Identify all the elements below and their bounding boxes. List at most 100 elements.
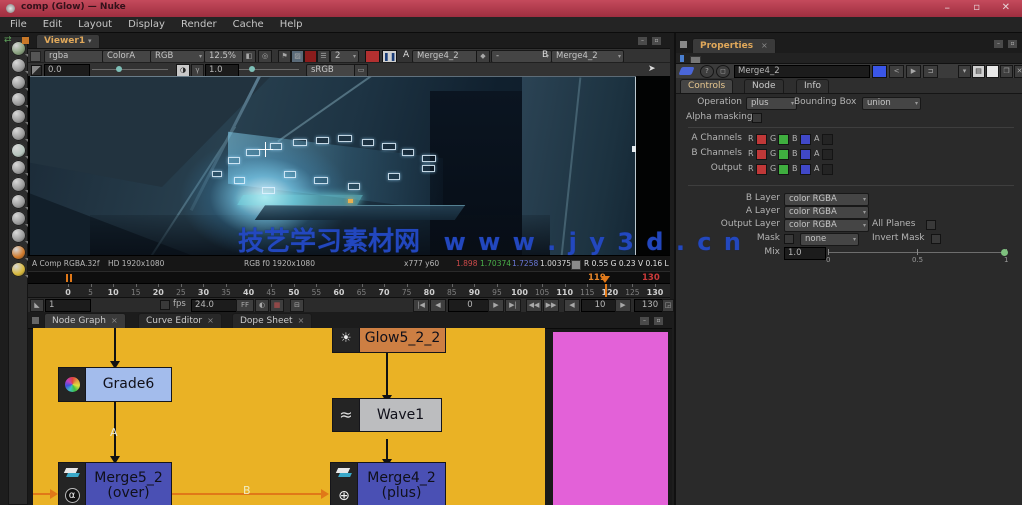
- node-color-swatch[interactable]: [872, 65, 887, 78]
- keyer-icon[interactable]: [11, 143, 26, 158]
- channel-b-checkbox[interactable]: [800, 164, 811, 175]
- ff-button[interactable]: FF: [236, 299, 254, 312]
- loop-in-field[interactable]: 0: [448, 299, 492, 312]
- all-planes-checkbox[interactable]: [926, 220, 936, 230]
- tab-dope-sheet[interactable]: Dope Sheet×: [232, 313, 312, 328]
- panel-menu-icon[interactable]: [680, 41, 687, 48]
- minimize-button[interactable]: –: [945, 1, 951, 14]
- menu-render[interactable]: Render: [181, 19, 217, 30]
- pipe-glow-to-wave[interactable]: [386, 351, 388, 397]
- color-icon[interactable]: [11, 109, 26, 124]
- channel-icon[interactable]: [11, 92, 26, 107]
- channel-a-checkbox[interactable]: [822, 134, 833, 145]
- transform-icon[interactable]: [11, 177, 26, 192]
- node-graph-float-icon[interactable]: ▫: [653, 316, 664, 326]
- b-layer-dropdown[interactable]: color RGBA: [784, 193, 869, 206]
- menu-display[interactable]: Display: [128, 19, 165, 30]
- merge-icon[interactable]: [11, 160, 26, 175]
- corner-button[interactable]: ◣: [30, 299, 44, 312]
- timeline-ruler[interactable]: 0510152025303540455055606570758085909510…: [28, 283, 670, 298]
- channel-g-checkbox[interactable]: [778, 164, 789, 175]
- viewer-panel-float-icon[interactable]: ▫: [651, 36, 662, 46]
- gain-icon[interactable]: [31, 65, 42, 76]
- properties-minimize-icon[interactable]: –: [993, 39, 1004, 49]
- swap-views-icon[interactable]: ⇄: [4, 35, 12, 45]
- pipe-into-grade[interactable]: [114, 328, 116, 362]
- step-back-button[interactable]: ◀: [564, 299, 580, 312]
- filter-icon[interactable]: [11, 126, 26, 141]
- node-merge5-2[interactable]: α Merge5_2 (over): [58, 462, 172, 505]
- flipbook-button[interactable]: ▦: [270, 299, 284, 312]
- menu-layout[interactable]: Layout: [78, 19, 112, 30]
- user-icon[interactable]: [11, 262, 26, 277]
- mix-slider-handle[interactable]: [1001, 249, 1008, 256]
- channel-a-checkbox[interactable]: [822, 164, 833, 175]
- tab-close-icon[interactable]: ×: [111, 316, 118, 325]
- loop-mode-button[interactable]: ◐: [255, 299, 269, 312]
- center-node-button[interactable]: ⊐: [923, 65, 938, 78]
- go-end-button[interactable]: ▶|: [505, 299, 521, 312]
- other-icon[interactable]: [11, 228, 26, 243]
- menu-file[interactable]: File: [10, 19, 27, 30]
- layout-a-button[interactable]: ▤: [972, 65, 985, 78]
- viewer-tab[interactable]: Viewer1 ▾: [36, 34, 100, 48]
- step-fwd-button[interactable]: ▶: [615, 299, 631, 312]
- node-grade6[interactable]: Grade6: [58, 367, 172, 402]
- node-graph-canvas[interactable]: A B Grade6 ☀ Glow5_2_2: [28, 328, 672, 505]
- menu-cache[interactable]: Cache: [233, 19, 264, 30]
- draw-icon[interactable]: [11, 58, 26, 73]
- backdrop-pink[interactable]: [553, 332, 668, 505]
- sync-button[interactable]: ⊟: [290, 299, 304, 312]
- pipe-wave-to-merge4[interactable]: [386, 439, 388, 461]
- revert-button[interactable]: <: [889, 65, 904, 78]
- ofx-icon[interactable]: [11, 245, 26, 260]
- maximize-button[interactable]: ▫: [973, 2, 980, 13]
- alpha-masking-checkbox[interactable]: [752, 113, 762, 123]
- channel-g-checkbox[interactable]: [778, 134, 789, 145]
- invert-mask-checkbox[interactable]: [931, 234, 941, 244]
- node-name-field[interactable]: Merge4_2: [734, 65, 870, 78]
- a-layer-dropdown[interactable]: color RGBA: [784, 206, 869, 219]
- mix-field[interactable]: 1.0: [784, 247, 826, 260]
- playhead-line[interactable]: [605, 284, 607, 298]
- 3d-icon[interactable]: [11, 194, 26, 209]
- current-frame-field[interactable]: 1: [45, 299, 91, 312]
- tab-node-graph[interactable]: Node Graph×: [44, 313, 126, 328]
- gamma-slider[interactable]: [239, 69, 299, 70]
- channel-r-checkbox[interactable]: [756, 164, 767, 175]
- image-edge-handle[interactable]: [632, 146, 636, 152]
- node-lock-button[interactable]: ◻: [716, 65, 730, 78]
- gamma-slider-handle[interactable]: [249, 66, 255, 72]
- viewer-panel-minimize-icon[interactable]: –: [637, 36, 648, 46]
- mask-dropdown[interactable]: none: [800, 233, 859, 246]
- play-fwd-button[interactable]: ▶: [488, 299, 504, 312]
- close-panel-icon[interactable]: ✕: [1014, 65, 1022, 78]
- node-wave1[interactable]: ≈ Wave1: [332, 398, 442, 432]
- play-script-button[interactable]: ▶: [906, 65, 921, 78]
- time-icon[interactable]: [11, 75, 26, 90]
- menu-help[interactable]: Help: [280, 19, 303, 30]
- properties-tab-close-icon[interactable]: ×: [761, 41, 768, 50]
- gain-slider[interactable]: [92, 69, 168, 70]
- next-key-button[interactable]: ▶▶: [543, 299, 559, 312]
- views-icon[interactable]: [11, 211, 26, 226]
- channel-b-checkbox[interactable]: [800, 134, 811, 145]
- gain-slider-handle[interactable]: [116, 66, 122, 72]
- bbox-dropdown[interactable]: union: [862, 97, 921, 110]
- tab-info[interactable]: Info: [796, 79, 829, 93]
- node-glow5-2-2[interactable]: ☀ Glow5_2_2: [332, 328, 446, 353]
- playhead-triangle-icon[interactable]: [600, 276, 610, 283]
- pipe-left-into-merge5[interactable]: [33, 493, 51, 495]
- frame-increment-field[interactable]: 10: [581, 299, 619, 312]
- channel-r-checkbox[interactable]: [756, 149, 767, 160]
- tab-controls[interactable]: Controls: [680, 79, 733, 93]
- go-start-button[interactable]: |◀: [413, 299, 429, 312]
- viewer-tab-caret-icon[interactable]: ▾: [88, 37, 92, 45]
- layout-b-button[interactable]: [986, 65, 999, 78]
- menu-edit[interactable]: Edit: [43, 19, 62, 30]
- range-lock-icon[interactable]: ◲: [662, 299, 674, 312]
- tab-close-icon[interactable]: ×: [207, 316, 214, 325]
- tab-node[interactable]: Node: [744, 79, 784, 93]
- properties-tab[interactable]: Properties ×: [692, 38, 776, 53]
- tab-close-icon[interactable]: ×: [298, 316, 305, 325]
